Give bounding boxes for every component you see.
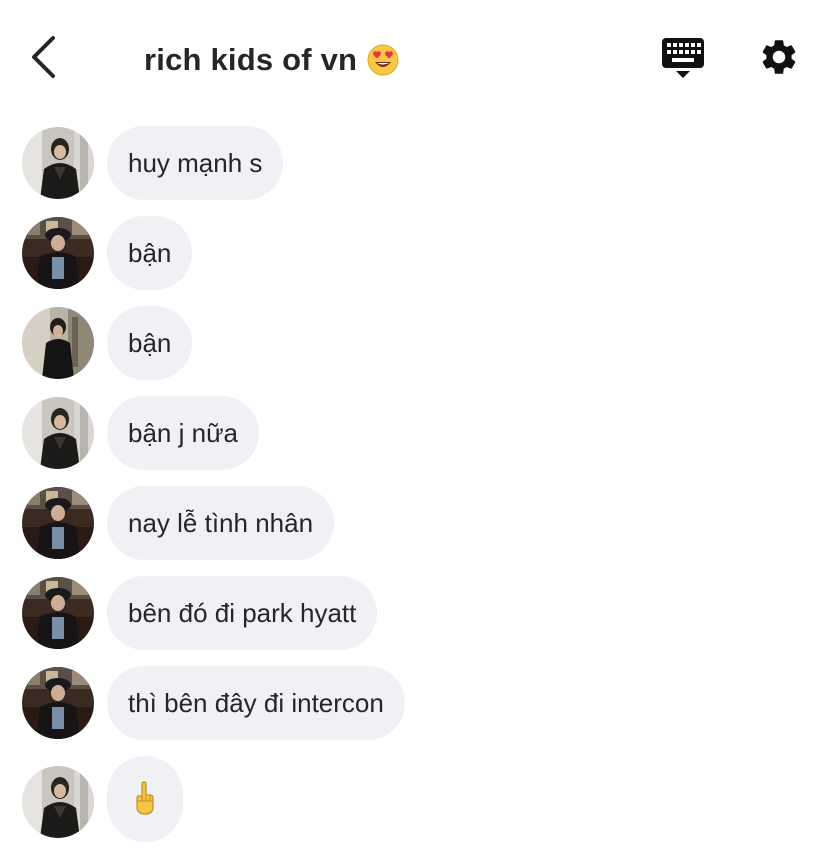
keyboard-button[interactable]: [660, 36, 706, 80]
message-row: [22, 756, 183, 842]
message-list: huy mạnh s bận bận bận j nữa nay lễ tình…: [0, 0, 827, 849]
chat-title: rich kids of vn: [144, 42, 358, 77]
message-bubble[interactable]: bên đó đi park hyatt: [107, 576, 378, 650]
message-row: bận: [22, 306, 193, 380]
message-row: huy mạnh s: [22, 126, 284, 200]
middle-finger-emoji-icon: [136, 781, 154, 815]
avatar[interactable]: [22, 127, 94, 199]
avatar[interactable]: [22, 487, 94, 559]
message-bubble[interactable]: nay lễ tình nhân: [107, 486, 335, 560]
message-bubble[interactable]: bận j nữa: [107, 396, 259, 470]
message-row: bên đó đi park hyatt: [22, 576, 378, 650]
avatar[interactable]: [22, 217, 94, 289]
back-button[interactable]: [26, 34, 62, 80]
avatar[interactable]: [22, 766, 94, 838]
keyboard-icon: [662, 38, 704, 78]
message-bubble[interactable]: thì bên đây đi intercon: [107, 666, 405, 740]
message-row: nay lễ tình nhân: [22, 486, 335, 560]
message-bubble[interactable]: huy mạnh s: [107, 126, 284, 200]
chevron-left-icon: [32, 36, 55, 78]
settings-button[interactable]: [758, 36, 800, 78]
heart-eyes-emoji-icon: [367, 44, 399, 76]
gear-icon: [762, 40, 796, 74]
message-bubble[interactable]: bận: [107, 216, 193, 290]
chat-screen: huy mạnh s bận bận bận j nữa nay lễ tình…: [0, 0, 827, 849]
message-bubble[interactable]: bận: [107, 306, 193, 380]
message-bubble[interactable]: [107, 756, 183, 842]
avatar[interactable]: [22, 397, 94, 469]
message-row: bận: [22, 216, 193, 290]
avatar[interactable]: [22, 667, 94, 739]
avatar[interactable]: [22, 307, 94, 379]
avatar[interactable]: [22, 577, 94, 649]
message-row: thì bên đây đi intercon: [22, 666, 405, 740]
chat-header: rich kids of vn: [0, 0, 827, 110]
chat-title-area[interactable]: rich kids of vn: [144, 40, 399, 80]
message-row: bận j nữa: [22, 396, 259, 470]
